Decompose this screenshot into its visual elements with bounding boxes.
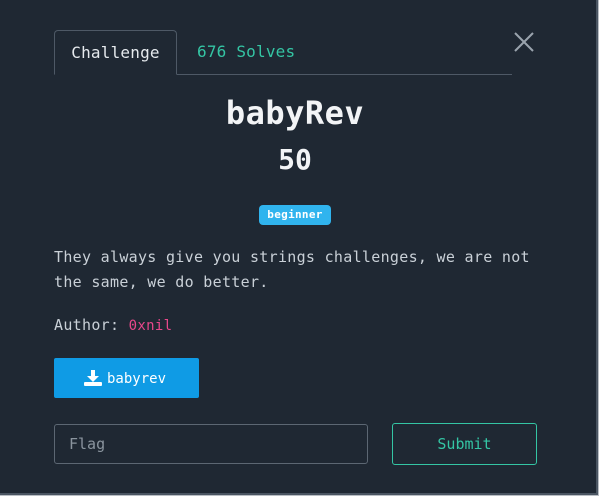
submit-button[interactable]: Submit (392, 423, 537, 465)
challenge-points: 50 (278, 143, 312, 176)
download-icon (84, 370, 102, 386)
close-icon[interactable] (512, 30, 536, 54)
tab-solves[interactable]: 676 Solves (197, 30, 295, 74)
tag-badge: beginner (259, 205, 331, 225)
download-label: babyrev (107, 371, 167, 387)
tag-container: beginner (0, 203, 590, 225)
author-label: Author: (54, 316, 120, 334)
tab-challenge[interactable]: Challenge (54, 30, 177, 75)
download-button[interactable]: babyrev (54, 358, 199, 398)
challenge-modal: Challenge 676 Solves babyRev 50 beginner… (0, 0, 598, 495)
challenge-description: They always give you strings challenges,… (54, 248, 530, 291)
flag-input[interactable] (54, 424, 368, 464)
author-line: Author: 0xnil (54, 316, 172, 334)
challenge-title: babyRev (225, 94, 365, 132)
author-name: 0xnil (128, 318, 173, 334)
tab-bar: Challenge 676 Solves (54, 30, 512, 75)
